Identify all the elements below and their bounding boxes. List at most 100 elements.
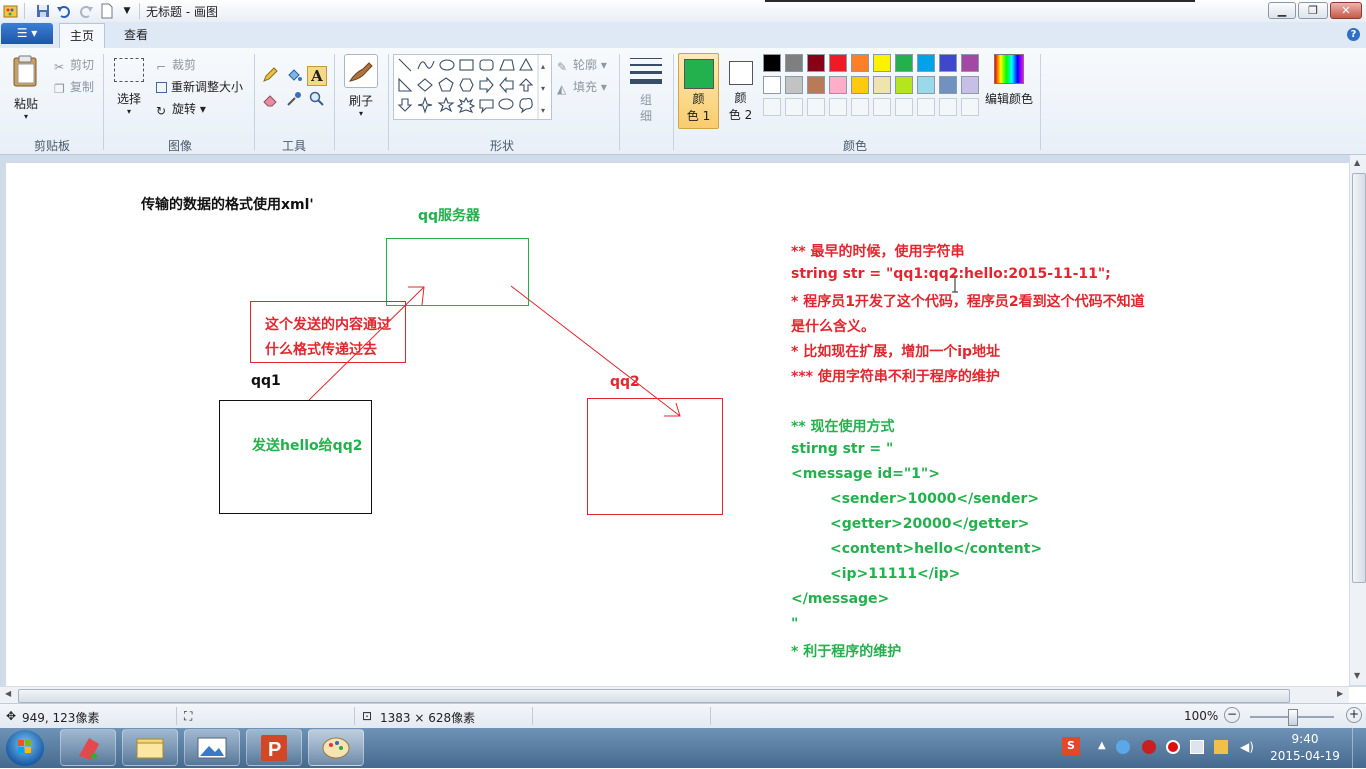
- undo-icon[interactable]: [56, 3, 72, 19]
- magnifier-icon[interactable]: [307, 90, 327, 110]
- cut-button[interactable]: ✂ 剪切: [54, 56, 94, 74]
- save-icon[interactable]: [35, 3, 51, 19]
- palette-custom-slot[interactable]: [917, 98, 935, 116]
- taskbar-app-eraser[interactable]: [60, 729, 116, 766]
- tray-expand-icon[interactable]: ▲: [1098, 740, 1112, 754]
- palette-color-swatch[interactable]: [785, 76, 803, 94]
- palette-color-swatch[interactable]: [807, 76, 825, 94]
- zoom-slider-thumb[interactable]: [1288, 709, 1298, 726]
- select-button[interactable]: 选择 ▾: [112, 56, 146, 126]
- ime-s-icon[interactable]: S: [1062, 737, 1080, 755]
- horizontal-scroll-thumb[interactable]: [18, 689, 1290, 703]
- vertical-scroll-thumb[interactable]: [1352, 173, 1366, 583]
- minimize-button[interactable]: ▁: [1268, 2, 1296, 19]
- scroll-left-icon[interactable]: ◀: [5, 689, 11, 698]
- scroll-up-icon[interactable]: ▲: [1354, 158, 1360, 167]
- palette-color-swatch[interactable]: [763, 76, 781, 94]
- text-tool-icon[interactable]: A: [307, 66, 327, 86]
- help-icon[interactable]: ?: [1347, 28, 1360, 41]
- drawing-canvas[interactable]: 传输的数据的格式使用xml' qq服务器 这个发送的内容通过 什么格式传递过去 …: [6, 163, 1349, 687]
- palette-color-swatch[interactable]: [917, 76, 935, 94]
- palette-color-swatch[interactable]: [961, 54, 979, 72]
- color1-button[interactable]: 颜 色 1: [678, 53, 719, 129]
- clock[interactable]: 9:40 2015-04-19: [1270, 731, 1340, 765]
- palette-color-swatch[interactable]: [829, 76, 847, 94]
- tab-view[interactable]: 查看: [114, 23, 158, 48]
- palette-custom-slot[interactable]: [763, 98, 781, 116]
- tab-home[interactable]: 主页: [59, 23, 105, 48]
- palette-color-swatch[interactable]: [829, 54, 847, 72]
- outline-button[interactable]: ✎ 轮廓 ▾: [557, 56, 607, 74]
- quick-access-separator: [139, 3, 140, 19]
- file-menu-button[interactable]: ☰ ▾: [1, 23, 53, 44]
- taskbar-app-powerpoint[interactable]: P: [246, 729, 302, 766]
- palette-color-swatch[interactable]: [785, 54, 803, 72]
- shapes-gallery[interactable]: ▴ ▾ ▾: [393, 54, 552, 120]
- resize-label: 重新调整大小: [171, 80, 244, 94]
- xml-line: <content>hello</content>: [791, 541, 1043, 557]
- eraser-icon[interactable]: [260, 90, 280, 110]
- palette-color-swatch[interactable]: [763, 54, 781, 72]
- tray-app-icon[interactable]: [1142, 740, 1156, 754]
- palette-custom-slot[interactable]: [895, 98, 913, 116]
- notes-line: * 比如现在扩展，增加一个ip地址: [791, 344, 1001, 360]
- zoom-out-button[interactable]: −: [1224, 707, 1240, 723]
- palette-custom-slot[interactable]: [785, 98, 803, 116]
- status-separator: [354, 707, 355, 725]
- rotate-button[interactable]: ↻ 旋转 ▾: [156, 100, 206, 118]
- zoom-in-button[interactable]: +: [1346, 707, 1362, 723]
- palette-custom-slot[interactable]: [873, 98, 891, 116]
- palette-color-swatch[interactable]: [939, 54, 957, 72]
- brushes-dropdown-icon: ▾: [358, 109, 363, 118]
- palette-custom-slot[interactable]: [851, 98, 869, 116]
- copy-button[interactable]: ❐ 复制: [54, 78, 94, 96]
- pencil-icon[interactable]: [260, 66, 280, 86]
- paint-app-icon[interactable]: [3, 3, 19, 19]
- palette-color-swatch[interactable]: [873, 54, 891, 72]
- resize-button[interactable]: 重新调整大小: [156, 78, 243, 95]
- palette-custom-slot[interactable]: [829, 98, 847, 116]
- size-button[interactable]: 组 细: [626, 54, 666, 134]
- palette-custom-slot[interactable]: [961, 98, 979, 116]
- maximize-button[interactable]: ❐: [1298, 2, 1328, 19]
- start-button[interactable]: [6, 730, 44, 766]
- taskbar-app-explorer[interactable]: [122, 729, 178, 766]
- edit-colors-button[interactable]: 编辑颜色: [985, 54, 1033, 114]
- taskbar-app-photo-viewer[interactable]: [184, 729, 240, 766]
- crop-button[interactable]: ⌐ 裁剪: [156, 56, 196, 74]
- new-file-icon[interactable]: [99, 3, 115, 19]
- color2-button[interactable]: 颜 色 2: [720, 53, 761, 129]
- palette-color-swatch[interactable]: [895, 54, 913, 72]
- canvas-shapes: [219, 238, 958, 515]
- palette-color-swatch[interactable]: [807, 54, 825, 72]
- action-center-icon[interactable]: [1214, 740, 1228, 754]
- palette-custom-slot[interactable]: [807, 98, 825, 116]
- vertical-scrollbar[interactable]: ▲ ▼: [1349, 155, 1366, 685]
- palette-color-swatch[interactable]: [851, 76, 869, 94]
- usb-device-icon[interactable]: [1190, 740, 1204, 754]
- horizontal-scrollbar[interactable]: ◀ ▶: [0, 686, 1349, 704]
- palette-color-swatch[interactable]: [851, 54, 869, 72]
- taskbar-app-paint[interactable]: [308, 729, 364, 766]
- show-desktop-button[interactable]: [1352, 728, 1366, 768]
- palette-color-swatch[interactable]: [939, 76, 957, 94]
- scroll-down-icon[interactable]: ▼: [1354, 671, 1360, 680]
- fill-bucket-icon[interactable]: [284, 66, 304, 86]
- notes-line: string str = "qq1:qq2:hello:2015-11-11";: [791, 266, 1111, 282]
- palette-color-swatch[interactable]: [917, 54, 935, 72]
- paste-button[interactable]: 粘贴 ▾: [10, 54, 42, 134]
- close-button[interactable]: ✕: [1330, 2, 1362, 19]
- color-picker-icon[interactable]: [284, 90, 304, 110]
- brushes-button[interactable]: 刷子 ▾: [341, 54, 381, 134]
- palette-color-swatch[interactable]: [895, 76, 913, 94]
- palette-color-swatch[interactable]: [873, 76, 891, 94]
- fill-button[interactable]: ◭ 填充 ▾: [557, 78, 607, 96]
- record-icon[interactable]: [1166, 740, 1180, 754]
- quick-access-dropdown-icon[interactable]: ▼: [119, 3, 135, 19]
- redo-icon[interactable]: [78, 3, 94, 19]
- palette-color-swatch[interactable]: [961, 76, 979, 94]
- volume-icon[interactable]: ◀): [1240, 740, 1254, 754]
- network-app-icon[interactable]: [1116, 740, 1130, 754]
- scroll-right-icon[interactable]: ▶: [1337, 689, 1343, 698]
- palette-custom-slot[interactable]: [939, 98, 957, 116]
